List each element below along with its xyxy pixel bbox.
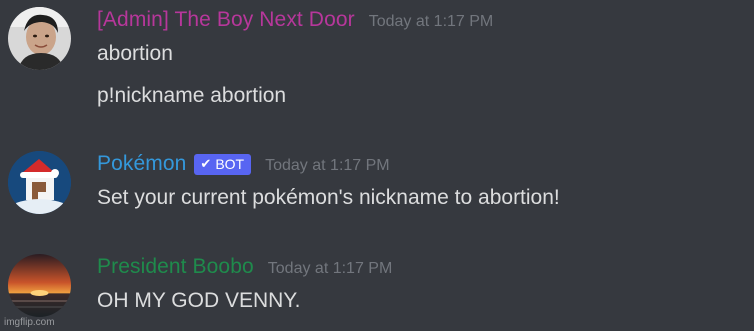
timestamp[interactable]: Today at 1:17 PM — [369, 13, 494, 31]
message-header: [Admin] The Boy Next Door Today at 1:17 … — [97, 8, 493, 32]
message-header: President Boobo Today at 1:17 PM — [97, 255, 392, 279]
timestamp[interactable]: Today at 1:17 PM — [268, 260, 393, 278]
checkmark-icon: ✔ — [200, 156, 212, 171]
user-photo-icon — [8, 7, 71, 70]
username[interactable]: [Admin] The Boy Next Door — [97, 8, 355, 32]
username[interactable]: Pokémon — [97, 152, 186, 176]
bot-badge-label: BOT — [215, 156, 245, 172]
chat-messages: [Admin] The Boy Next Door Today at 1:17 … — [0, 0, 754, 331]
message-text: Set your current pokémon's nickname to a… — [97, 186, 560, 209]
watermark: imgflip.com — [4, 317, 55, 328]
message-header: Pokémon ✔ BOT Today at 1:17 PM — [97, 152, 390, 177]
message-text: OH MY GOD VENNY. — [97, 289, 301, 312]
message-text: p!nickname abortion — [97, 84, 287, 107]
avatar[interactable] — [8, 7, 71, 70]
message-text: abortion — [97, 42, 173, 65]
bot-avatar-icon — [8, 151, 71, 214]
sunset-photo-icon — [8, 254, 71, 317]
avatar[interactable] — [8, 151, 71, 214]
username[interactable]: President Boobo — [97, 255, 254, 279]
avatar[interactable] — [8, 254, 71, 317]
bot-badge: ✔ BOT — [194, 153, 252, 175]
timestamp[interactable]: Today at 1:17 PM — [265, 157, 390, 175]
